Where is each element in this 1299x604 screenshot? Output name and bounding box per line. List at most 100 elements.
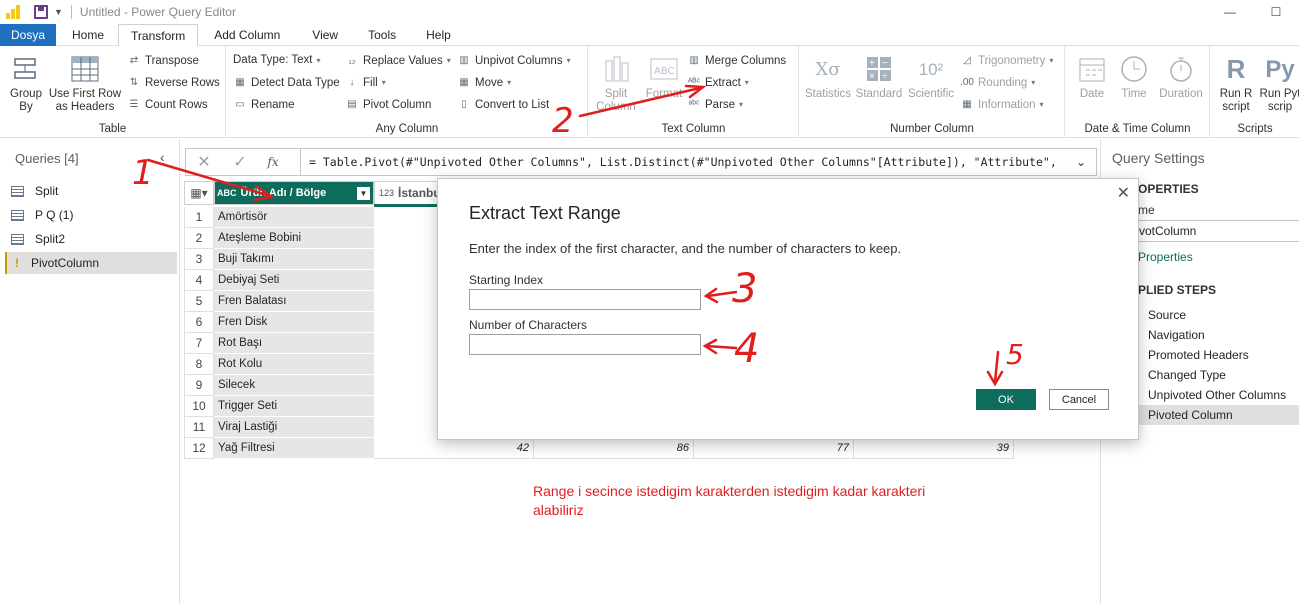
cell-value[interactable]: 77 [694,438,854,459]
commit-formula-icon[interactable]: ✓ [222,152,258,172]
close-icon[interactable]: ✕ [1117,183,1130,203]
all-properties-link[interactable]: Properties [1138,250,1193,264]
row-number[interactable]: 8 [184,354,214,375]
use-first-row-label: Use First Row as Headers [48,88,122,113]
cell-urun-adi[interactable]: Trigger Seti [214,396,374,417]
cell-urun-adi[interactable]: Buji Takımı [214,249,374,270]
step-unpivoted-other-columns[interactable]: Unpivoted Other Columns [1127,385,1299,405]
tab-tools[interactable]: Tools [356,24,408,46]
format-button[interactable]: ABC Format [641,54,687,101]
split-column-button[interactable]: Split Column [593,54,639,114]
cell-urun-adi[interactable]: Yağ Filtresi [214,438,374,459]
cell-urun-adi[interactable]: Debiyaj Seti [214,270,374,291]
save-icon[interactable] [34,5,48,19]
group-by-button[interactable]: Group By [6,54,46,114]
row-number[interactable]: 5 [184,291,214,312]
use-first-row-button[interactable]: Use First Row as Headers [48,54,122,114]
query-item-pivotcolumn[interactable]: ! PivotColumn [5,252,177,274]
tab-home[interactable]: Home [60,24,116,46]
number-type-icon[interactable]: 123 [379,188,394,198]
time-button[interactable]: Time [1114,54,1154,101]
number-of-characters-input[interactable] [469,334,701,355]
tab-file[interactable]: Dosya [0,24,56,46]
cancel-button[interactable]: Cancel [1049,389,1109,410]
cell-value[interactable]: 86 [534,438,694,459]
information-button[interactable]: ▦ Information ▾ [960,98,1043,111]
date-button[interactable]: Date [1072,54,1112,101]
replace-values-button[interactable]: ₁₂ Replace Values ▾ [345,54,450,67]
starting-index-input[interactable] [469,289,701,310]
minimize-icon[interactable]: — [1207,0,1253,24]
cell-urun-adi[interactable]: Viraj Lastiği [214,417,374,438]
duration-button[interactable]: Duration [1156,54,1206,101]
row-number[interactable]: 2 [184,228,214,249]
rename-button[interactable]: ▭ Rename [233,98,294,111]
fill-button[interactable]: ↓ Fill ▾ [345,76,386,89]
rounding-button[interactable]: .00 Rounding ▾ [960,76,1035,89]
step-promoted-headers[interactable]: Promoted Headers [1127,345,1299,365]
maximize-icon[interactable]: ☐ [1253,0,1299,24]
run-r-script-button[interactable]: R Run R script [1215,54,1257,114]
quick-access-dropdown-icon[interactable]: ▼ [54,7,63,17]
cell-urun-adi[interactable]: Silecek [214,375,374,396]
extract-button[interactable]: ᴬᴮᶜ Extract ▾ [687,76,749,89]
row-number[interactable]: 12 [184,438,214,459]
row-number[interactable]: 4 [184,270,214,291]
row-number[interactable]: 3 [184,249,214,270]
svg-text:÷: ÷ [882,71,888,82]
merge-columns-button[interactable]: ▥ Merge Columns [687,54,786,67]
row-number[interactable]: 1 [184,207,214,228]
tab-help[interactable]: Help [414,24,463,46]
detect-data-type-button[interactable]: ▦ Detect Data Type [233,76,339,89]
tab-add-column[interactable]: Add Column [202,24,292,46]
count-rows-button[interactable]: ☰ Count Rows [127,98,208,111]
reverse-rows-button[interactable]: ⇅ Reverse Rows [127,76,220,89]
query-item-pq1[interactable]: P Q (1) [5,204,177,226]
formula-text[interactable]: = Table.Pivot(#"Unpivoted Other Columns"… [300,149,1066,175]
cell-urun-adi[interactable]: Fren Balatası [214,291,374,312]
cell-urun-adi[interactable]: Ateşleme Bobini [214,228,374,249]
cell-value[interactable]: 42 [374,438,534,459]
query-item-split2[interactable]: Split2 [5,228,177,250]
cancel-formula-icon[interactable]: ✕ [186,152,222,172]
filter-dropdown-icon[interactable]: ▼ [357,186,370,200]
move-button[interactable]: ▦ Move ▾ [457,76,511,89]
cell-urun-adi[interactable]: Fren Disk [214,312,374,333]
step-source[interactable]: Source [1127,305,1299,325]
query-name-input[interactable]: votColumn [1138,220,1299,242]
transpose-button[interactable]: ⇄ Transpose [127,54,199,67]
text-type-icon[interactable]: ABC [217,188,237,198]
run-python-script-button[interactable]: Py Run Pyt scrip [1259,54,1299,114]
expand-formula-icon[interactable]: ⌄ [1066,155,1096,169]
tab-view[interactable]: View [300,24,350,46]
statistics-button[interactable]: Χσ Statistics [804,54,852,101]
cell-urun-adi[interactable]: Rot Başı [214,333,374,354]
row-number[interactable]: 9 [184,375,214,396]
trigonometry-button[interactable]: ◿ Trigonometry ▾ [960,54,1053,67]
row-number[interactable]: 11 [184,417,214,438]
parse-button[interactable]: ᵃᵇᶜ Parse ▾ [687,98,743,111]
standard-button[interactable]: + − × ÷ Standard [854,54,904,101]
data-type-dropdown[interactable]: Data Type: Text ▾ [233,54,321,66]
data-type-caret-icon: ▾ [316,55,321,65]
extract-text-range-dialog: ✕ Extract Text Range Enter the index of … [437,178,1139,440]
cell-urun-adi[interactable]: Rot Kolu [214,354,374,375]
step-navigation[interactable]: Navigation [1127,325,1299,345]
scientific-button[interactable]: 10² Scientific [906,54,956,101]
row-number[interactable]: 6 [184,312,214,333]
cell-value[interactable]: 39 [854,438,1014,459]
unpivot-columns-button[interactable]: ▥ Unpivot Columns ▾ [457,54,570,67]
collapse-queries-icon[interactable]: ‹ [160,149,165,165]
tab-transform[interactable]: Transform [118,24,199,47]
row-number[interactable]: 7 [184,333,214,354]
pivot-column-button[interactable]: ▤ Pivot Column [345,98,431,111]
step-pivoted-column[interactable]: Pivoted Column [1127,405,1299,425]
cell-urun-adi[interactable]: Amörtisör [214,207,374,228]
ok-button[interactable]: OK [976,389,1036,410]
query-item-split[interactable]: Split [5,180,177,202]
column-header-urun-adi[interactable]: ABC Ürün Adı / Bölge ▼ [214,181,374,205]
convert-to-list-button[interactable]: ▯ Convert to List [457,98,549,111]
table-menu-icon[interactable]: ▦▾ [184,181,214,205]
step-changed-type[interactable]: Changed Type [1127,365,1299,385]
row-number[interactable]: 10 [184,396,214,417]
